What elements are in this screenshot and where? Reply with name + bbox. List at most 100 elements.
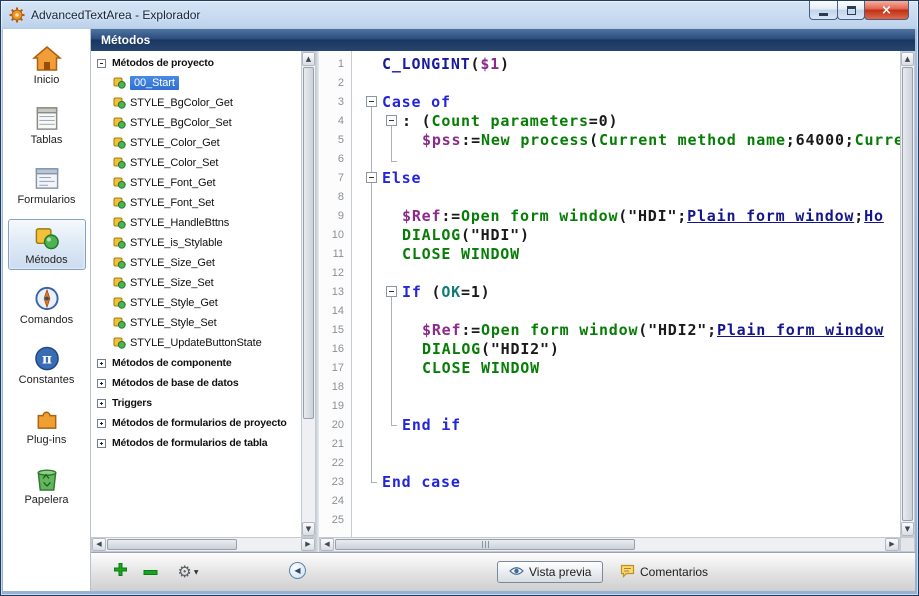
code-line[interactable] bbox=[352, 397, 900, 416]
tree-method-row[interactable]: STYLE_BgColor_Set bbox=[91, 113, 301, 133]
scroll-track[interactable] bbox=[334, 538, 885, 551]
add-method-button[interactable] bbox=[107, 560, 133, 584]
code-line[interactable] bbox=[352, 378, 900, 397]
sidebar: Inicio Tablas Formularios Métodos Comandos πC… bbox=[3, 29, 91, 591]
minimize-button[interactable] bbox=[809, 1, 838, 20]
sidebar-item-plugins[interactable]: Plug-ins bbox=[8, 399, 86, 450]
scroll-track[interactable] bbox=[901, 66, 914, 522]
code-line[interactable]: $Ref:=Open form window("HDI2";Plain form… bbox=[352, 321, 900, 340]
tree-group-row[interactable]: Métodos de formularios de tabla bbox=[91, 433, 301, 453]
tree-method-row[interactable]: STYLE_Font_Set bbox=[91, 193, 301, 213]
sidebar-item-formularios[interactable]: Formularios bbox=[8, 159, 86, 210]
tree-horizontal-scrollbar[interactable]: ◀ ▶ bbox=[91, 537, 316, 552]
collapse-panel-button[interactable]: ◀ bbox=[289, 562, 306, 579]
tree-method-row[interactable]: STYLE_Font_Get bbox=[91, 173, 301, 193]
expand-expander-icon[interactable] bbox=[97, 419, 106, 428]
tree-group-row[interactable]: Métodos de proyecto bbox=[91, 53, 301, 73]
fold-toggle-icon[interactable] bbox=[386, 115, 397, 126]
code-line[interactable]: End if bbox=[352, 416, 900, 435]
title-bar[interactable]: AdvancedTextArea - Explorador × bbox=[1, 1, 918, 29]
sidebar-item-papelera[interactable]: Papelera bbox=[8, 459, 86, 510]
tree-method-row[interactable]: STYLE_Style_Get bbox=[91, 293, 301, 313]
fold-toggle-icon[interactable] bbox=[366, 172, 377, 183]
code-line[interactable]: $Ref:=Open form window("HDI";Plain form … bbox=[352, 207, 900, 226]
plus-icon bbox=[113, 562, 128, 582]
code-line[interactable] bbox=[352, 74, 900, 93]
tree-method-row[interactable]: STYLE_is_Stylable bbox=[91, 233, 301, 253]
sidebar-item-metodos[interactable]: Métodos bbox=[8, 219, 86, 270]
code-line[interactable] bbox=[352, 454, 900, 473]
tree-group-row[interactable]: Métodos de formularios de proyecto bbox=[91, 413, 301, 433]
tree-method-row[interactable]: STYLE_Size_Set bbox=[91, 273, 301, 293]
code-line[interactable]: End case bbox=[352, 473, 900, 492]
editor-horizontal-scrollbar[interactable]: ◀ ▶ bbox=[319, 537, 900, 552]
scroll-track[interactable] bbox=[302, 66, 315, 522]
tree-method-row[interactable]: 00_Start bbox=[91, 73, 301, 93]
code-line[interactable]: DIALOG("HDI2") bbox=[352, 340, 900, 359]
code-line[interactable]: : (Count parameters=0) bbox=[352, 112, 900, 131]
constants-icon: π bbox=[33, 344, 61, 372]
tree-method-label: STYLE_BgColor_Set bbox=[130, 117, 232, 129]
sidebar-item-comandos[interactable]: Comandos bbox=[8, 279, 86, 330]
scroll-thumb[interactable] bbox=[335, 539, 635, 550]
scroll-thumb[interactable] bbox=[902, 67, 913, 521]
tree-method-row[interactable]: STYLE_UpdateButtonState bbox=[91, 333, 301, 353]
tree-method-row[interactable]: STYLE_HandleBttns bbox=[91, 213, 301, 233]
scroll-thumb[interactable] bbox=[107, 539, 237, 550]
fold-toggle-icon[interactable] bbox=[366, 96, 377, 107]
comments-button[interactable]: Comentarios bbox=[620, 563, 708, 581]
code-line[interactable]: Case of bbox=[352, 93, 900, 112]
scroll-left-button[interactable]: ◀ bbox=[320, 538, 334, 551]
code-editor[interactable]: C_LONGINT($1) Case of: (Count parameters=… bbox=[352, 51, 900, 537]
code-line[interactable]: CLOSE WINDOW bbox=[352, 245, 900, 264]
code-line[interactable] bbox=[352, 188, 900, 207]
code-line[interactable] bbox=[352, 302, 900, 321]
scroll-down-button[interactable]: ▼ bbox=[901, 522, 914, 536]
tree-method-row[interactable]: STYLE_Color_Get bbox=[91, 133, 301, 153]
scroll-up-button[interactable]: ▲ bbox=[901, 52, 914, 66]
editor-vertical-scrollbar[interactable]: ▲ ▼ bbox=[900, 51, 915, 537]
tree-group-row[interactable]: Métodos de componente bbox=[91, 353, 301, 373]
code-line[interactable]: C_LONGINT($1) bbox=[352, 55, 900, 74]
code-line[interactable]: $pss:=New process(Current method name;64… bbox=[352, 131, 900, 150]
actions-menu-button[interactable]: ⚙ ▼ bbox=[171, 560, 205, 584]
code-line[interactable]: DIALOG("HDI") bbox=[352, 226, 900, 245]
tree-group-row[interactable]: Triggers bbox=[91, 393, 301, 413]
tree-method-row[interactable]: STYLE_Size_Get bbox=[91, 253, 301, 273]
scroll-down-button[interactable]: ▼ bbox=[302, 522, 315, 536]
sidebar-item-tablas[interactable]: Tablas bbox=[8, 99, 86, 150]
tree-group-row[interactable]: Métodos de base de datos bbox=[91, 373, 301, 393]
maximize-button[interactable] bbox=[837, 1, 865, 20]
scroll-track[interactable] bbox=[106, 538, 301, 551]
code-line[interactable]: Else bbox=[352, 169, 900, 188]
code-line[interactable] bbox=[352, 511, 900, 530]
code-line[interactable] bbox=[352, 264, 900, 283]
close-button[interactable]: × bbox=[864, 1, 909, 20]
sidebar-item-constantes[interactable]: πConstantes bbox=[8, 339, 86, 390]
expand-expander-icon[interactable] bbox=[97, 379, 106, 388]
scroll-thumb[interactable] bbox=[303, 67, 314, 419]
code-line[interactable]: CLOSE WINDOW bbox=[352, 359, 900, 378]
scroll-up-button[interactable]: ▲ bbox=[302, 52, 315, 66]
code-line[interactable] bbox=[352, 492, 900, 511]
tree-method-row[interactable]: STYLE_BgColor_Get bbox=[91, 93, 301, 113]
code-line[interactable] bbox=[352, 150, 900, 169]
tree-method-row[interactable]: STYLE_Color_Set bbox=[91, 153, 301, 173]
scroll-right-button[interactable]: ▶ bbox=[301, 538, 315, 551]
scroll-left-button[interactable]: ◀ bbox=[92, 538, 106, 551]
sidebar-item-inicio[interactable]: Inicio bbox=[8, 39, 86, 90]
expand-expander-icon[interactable] bbox=[97, 359, 106, 368]
expand-expander-icon[interactable] bbox=[97, 439, 106, 448]
scroll-right-button[interactable]: ▶ bbox=[885, 538, 899, 551]
expand-expander-icon[interactable] bbox=[97, 399, 106, 408]
code-line[interactable] bbox=[352, 435, 900, 454]
tree-method-row[interactable]: STYLE_Style_Set bbox=[91, 313, 301, 333]
line-number-gutter[interactable]: 1234567891011121314151617181920212223242… bbox=[319, 51, 352, 537]
collapse-expander-icon[interactable] bbox=[97, 59, 106, 68]
preview-button[interactable]: Vista previa bbox=[497, 561, 603, 583]
tree-vertical-scrollbar[interactable]: ▲ ▼ bbox=[301, 51, 316, 537]
delete-method-button[interactable] bbox=[137, 560, 163, 584]
fold-toggle-icon[interactable] bbox=[386, 286, 397, 297]
app-icon[interactable] bbox=[9, 7, 25, 23]
code-line[interactable]: If (OK=1) bbox=[352, 283, 900, 302]
